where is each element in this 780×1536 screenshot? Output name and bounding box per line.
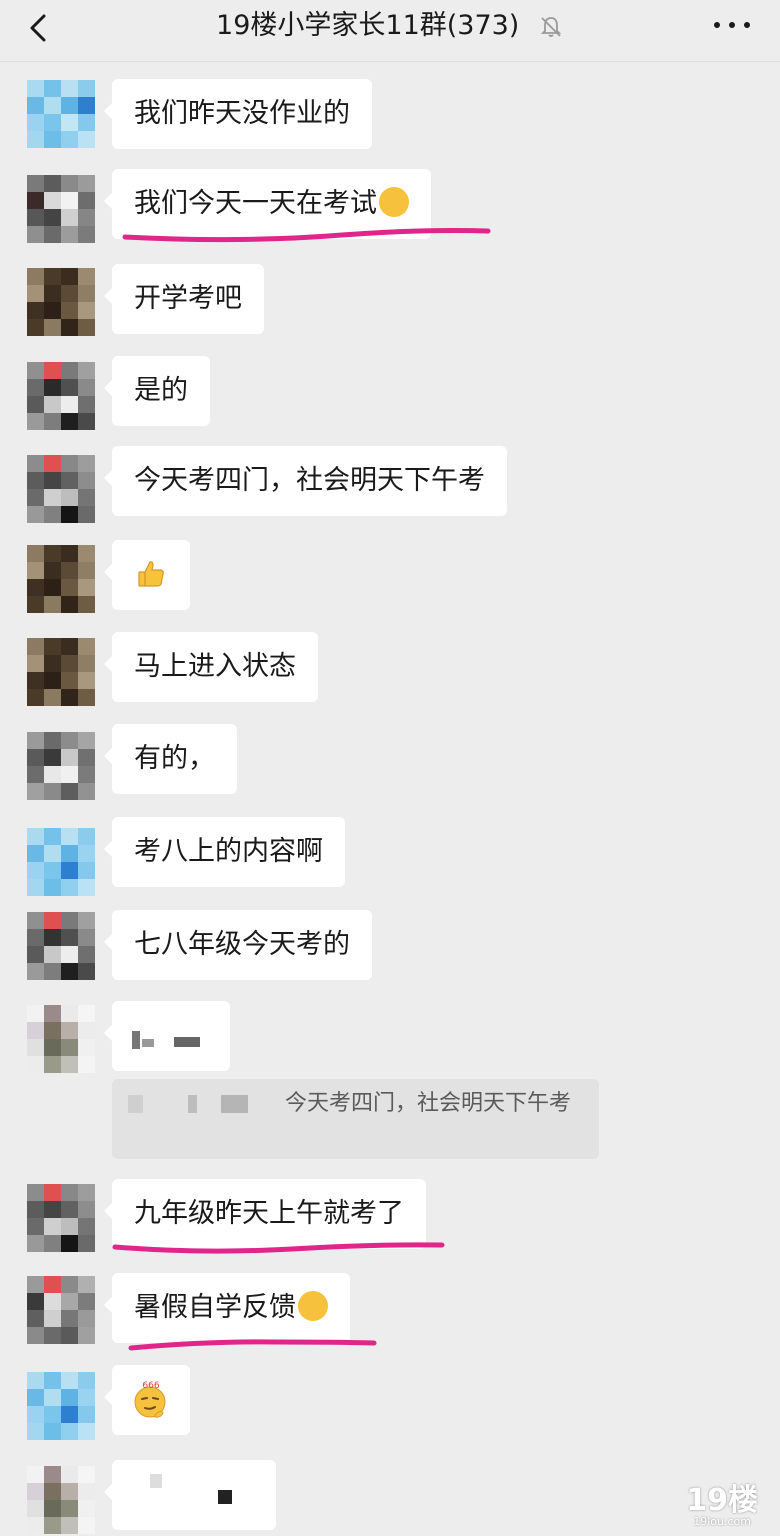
- message-text: 我们昨天没作业的: [134, 98, 350, 129]
- avatar[interactable]: [27, 828, 95, 896]
- chat-title: 19楼小学家长11群(373): [216, 10, 520, 41]
- laughing-crying-face-icon: [379, 187, 409, 217]
- watermark-logo: 19楼: [686, 1483, 758, 1518]
- message-bubble[interactable]: 今天考四门，社会明天下午考: [104, 446, 507, 516]
- avatar[interactable]: [27, 1184, 95, 1252]
- message-bubble[interactable]: 666: [104, 1365, 190, 1435]
- quote-text: 今天考四门，社会明天下午考: [285, 1091, 572, 1116]
- highlight-underline: [122, 228, 491, 243]
- chat-header: 19楼小学家长11群(373): [0, 0, 780, 62]
- blurred-content: [218, 1490, 232, 1504]
- bell-mute-icon: [540, 16, 562, 37]
- message-bubble[interactable]: [104, 540, 190, 610]
- message-text: 暑假自学反馈: [134, 1292, 296, 1323]
- blurred-content: [174, 1037, 200, 1047]
- quote-sender-blur: [128, 1095, 278, 1113]
- avatar[interactable]: [27, 638, 95, 706]
- message-text: 马上进入状态: [134, 651, 296, 682]
- message-bubble[interactable]: 马上进入状态: [104, 632, 318, 702]
- message-bubble[interactable]: [104, 1460, 276, 1530]
- thumbs-up-icon: [138, 561, 164, 587]
- site-watermark: 19楼 19lou.com: [686, 1486, 758, 1528]
- message-text: 是的: [134, 375, 188, 406]
- blurred-content: [132, 1031, 140, 1049]
- avatar[interactable]: [27, 545, 95, 613]
- watermark-url: 19lou.com: [693, 1515, 751, 1528]
- blurred-content: [150, 1474, 162, 1488]
- svg-text:666: 666: [142, 1381, 159, 1391]
- avatar[interactable]: [27, 80, 95, 148]
- message-text: 七八年级今天考的: [134, 929, 350, 960]
- message-bubble[interactable]: 开学考吧: [104, 264, 264, 334]
- more-dots-icon[interactable]: [714, 18, 750, 32]
- quoted-message[interactable]: 今天考四门，社会明天下午考: [112, 1079, 599, 1159]
- message-text: 考八上的内容啊: [134, 836, 323, 867]
- message-text: 九年级昨天上午就考了: [134, 1198, 404, 1229]
- message-bubble[interactable]: 是的: [104, 356, 210, 426]
- blurred-content: [142, 1039, 154, 1047]
- avatar[interactable]: [27, 455, 95, 523]
- message-bubble[interactable]: 七八年级今天考的: [104, 910, 372, 980]
- avatar[interactable]: [27, 1466, 95, 1534]
- avatar[interactable]: [27, 1276, 95, 1344]
- highlight-underline: [112, 1242, 445, 1254]
- message-text: 有的，: [134, 743, 215, 774]
- highlight-underline: [128, 1339, 377, 1351]
- message-bubble[interactable]: 暑假自学反馈: [104, 1273, 350, 1343]
- avatar[interactable]: [27, 732, 95, 800]
- message-bubble[interactable]: 有的，: [104, 724, 237, 794]
- message-bubble[interactable]: 考八上的内容啊: [104, 817, 345, 887]
- chat-title-wrap: 19楼小学家长11群(373): [0, 8, 780, 44]
- avatar[interactable]: [27, 912, 95, 980]
- avatar[interactable]: [27, 362, 95, 430]
- avatar[interactable]: [27, 268, 95, 336]
- avatar[interactable]: [27, 1372, 95, 1440]
- 666-face-icon: 666: [134, 1381, 166, 1418]
- message-bubble[interactable]: 我们昨天没作业的: [104, 79, 372, 149]
- tears-of-joy-icon: [298, 1291, 328, 1321]
- message-text: 我们今天一天在考试: [134, 188, 377, 219]
- avatar[interactable]: [27, 1005, 95, 1073]
- message-text: 开学考吧: [134, 283, 242, 314]
- message-bubble[interactable]: [104, 1001, 230, 1071]
- message-text: 今天考四门，社会明天下午考: [134, 465, 485, 496]
- avatar[interactable]: [27, 175, 95, 243]
